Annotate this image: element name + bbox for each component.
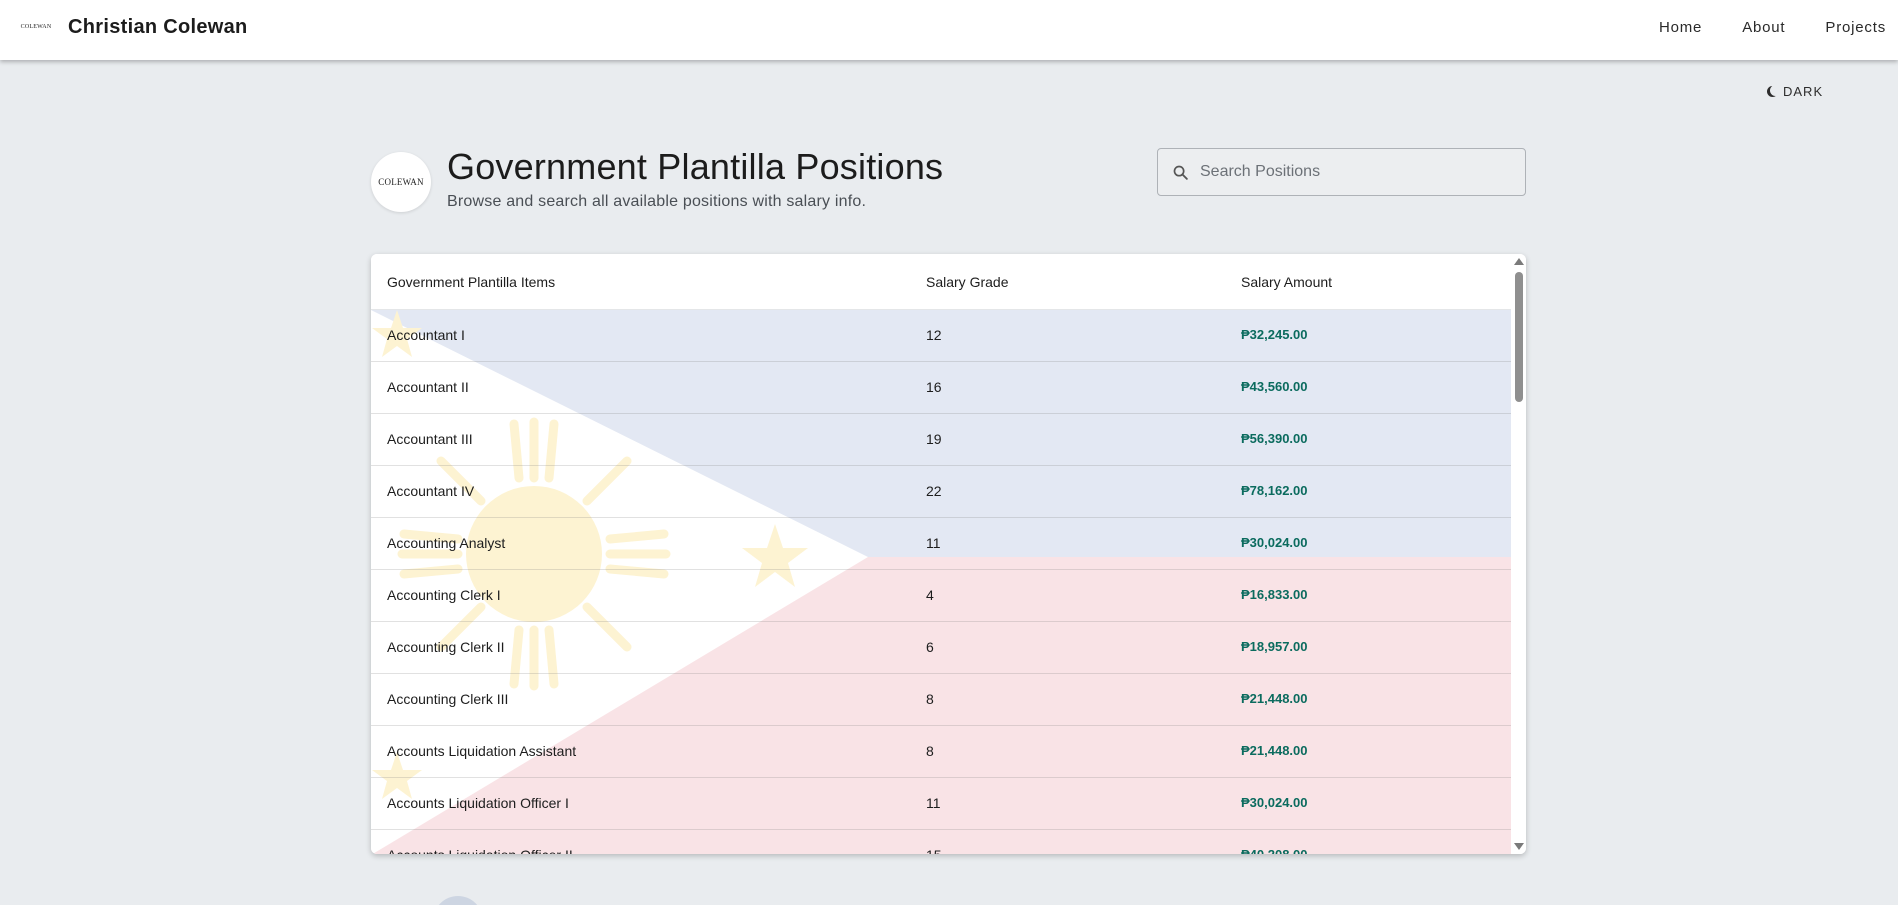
table-header: Government Plantilla Items Salary Grade … xyxy=(371,254,1511,310)
table-rows: Accountant I 12 ₱32,245.00 Accountant II 16 ₱… xyxy=(371,310,1511,854)
cell-item: Accountant I xyxy=(387,327,465,343)
page-title: Government Plantilla Positions xyxy=(447,146,944,187)
dark-mode-label: DARK xyxy=(1783,83,1824,99)
cell-grade: 16 xyxy=(926,379,942,395)
nav-link-about[interactable]: About xyxy=(1742,19,1785,36)
cell-item: Accounts Liquidation Officer I xyxy=(387,795,569,811)
cell-grade: 15 xyxy=(926,847,942,854)
site-brand[interactable]: Christian Colewan xyxy=(68,16,248,39)
cell-grade: 11 xyxy=(926,795,941,811)
table-row[interactable]: Accounting Clerk III 8 ₱21,448.00 xyxy=(371,674,1511,726)
scroll-down-arrow-icon[interactable] xyxy=(1514,843,1524,850)
cell-grade: 8 xyxy=(926,691,934,707)
cell-amount: ₱30,024.00 xyxy=(1241,535,1308,550)
cell-amount: ₱56,390.00 xyxy=(1241,431,1308,446)
scroll-thumb[interactable] xyxy=(1515,272,1523,402)
cell-item: Accounting Clerk III xyxy=(387,691,509,707)
cell-amount: ₱21,448.00 xyxy=(1241,743,1308,758)
cell-item: Accountant III xyxy=(387,431,473,447)
column-header-grade[interactable]: Salary Grade xyxy=(926,274,1008,290)
table-row[interactable]: Accounting Clerk II 6 ₱18,957.00 xyxy=(371,622,1511,674)
cell-item: Accountant IV xyxy=(387,483,475,499)
table-scrollbar[interactable] xyxy=(1511,254,1526,854)
cell-amount: ₱40,208.00 xyxy=(1241,847,1308,854)
cell-amount: ₱16,833.00 xyxy=(1241,587,1308,602)
column-header-items[interactable]: Government Plantilla Items xyxy=(387,274,555,290)
cell-amount: ₱32,245.00 xyxy=(1241,327,1308,342)
search-icon xyxy=(1173,165,1188,180)
cell-grade: 8 xyxy=(926,743,934,759)
cell-grade: 19 xyxy=(926,431,942,447)
cell-amount: ₱30,024.00 xyxy=(1241,795,1308,810)
cell-amount: ₱43,560.00 xyxy=(1241,379,1308,394)
positions-table: Government Plantilla Items Salary Grade … xyxy=(371,254,1526,854)
cell-amount: ₱78,162.00 xyxy=(1241,483,1308,498)
nav-link-home[interactable]: Home xyxy=(1659,19,1702,36)
cell-item: Accounting Analyst xyxy=(387,535,506,551)
table-body: Accountant I 12 ₱32,245.00 Accountant II 16 ₱… xyxy=(371,310,1511,854)
page-logo: COLEWAN xyxy=(371,152,431,212)
search-input[interactable] xyxy=(1200,149,1515,195)
site-logo[interactable]: COLEWAN xyxy=(20,18,52,36)
table-row[interactable]: Accounting Analyst 11 ₱30,024.00 xyxy=(371,518,1511,570)
cell-item: Accounts Liquidation Assistant xyxy=(387,743,577,759)
cell-item: Accountant II xyxy=(387,379,469,395)
page-subtitle: Browse and search all available position… xyxy=(447,193,867,210)
table-row[interactable]: Accountant IV 22 ₱78,162.00 xyxy=(371,466,1511,518)
nav-link-projects[interactable]: Projects xyxy=(1825,19,1886,36)
table-row[interactable]: Accountant I 12 ₱32,245.00 xyxy=(371,310,1511,362)
cell-grade: 11 xyxy=(926,535,941,551)
table-row[interactable]: Accountant III 19 ₱56,390.00 xyxy=(371,414,1511,466)
cell-item: Accounting Clerk II xyxy=(387,639,505,655)
table-row[interactable]: Accounts Liquidation Officer II 15 ₱40,208… xyxy=(371,830,1511,854)
cell-grade: 12 xyxy=(926,327,942,343)
cell-item: Accounting Clerk I xyxy=(387,587,501,603)
cell-grade: 6 xyxy=(926,639,934,655)
cell-grade: 4 xyxy=(926,587,934,603)
dark-mode-toggle[interactable]: DARK xyxy=(1767,82,1823,100)
cell-amount: ₱21,448.00 xyxy=(1241,691,1308,706)
partial-avatar xyxy=(433,896,483,905)
moon-icon xyxy=(1767,86,1778,97)
search-field[interactable] xyxy=(1157,148,1526,196)
cell-item: Accounts Liquidation Officer II xyxy=(387,847,573,854)
scroll-up-arrow-icon[interactable] xyxy=(1514,258,1524,265)
cell-grade: 22 xyxy=(926,483,942,499)
nav-links: Home About Projects xyxy=(1619,0,1898,54)
cell-amount: ₱18,957.00 xyxy=(1241,639,1308,654)
table-row[interactable]: Accounting Clerk I 4 ₱16,833.00 xyxy=(371,570,1511,622)
table-row[interactable]: Accounts Liquidation Officer I 11 ₱30,024.… xyxy=(371,778,1511,830)
top-navbar: COLEWAN Christian Colewan Home About Pro… xyxy=(0,0,1898,60)
table-row[interactable]: Accountant II 16 ₱43,560.00 xyxy=(371,362,1511,414)
table-row[interactable]: Accounts Liquidation Assistant 8 ₱21,448.0… xyxy=(371,726,1511,778)
column-header-amount[interactable]: Salary Amount xyxy=(1241,274,1332,290)
